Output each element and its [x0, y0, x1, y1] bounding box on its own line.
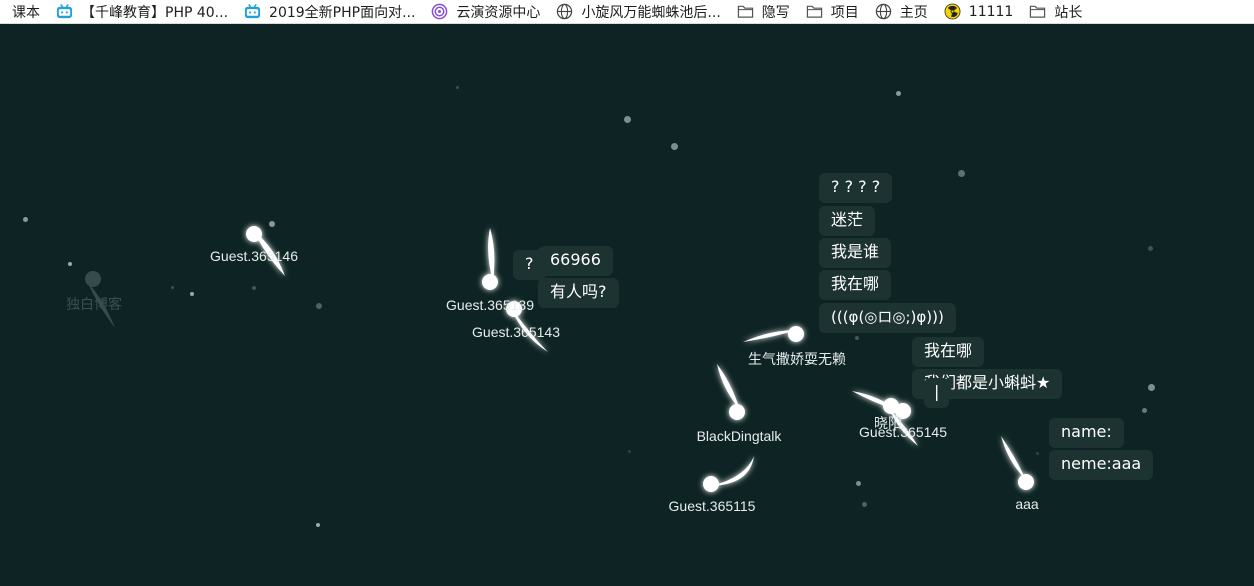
bookmark-label: 站长 [1054, 4, 1083, 21]
bookmarks-bar: 课本 【千峰教育】PHP 40... 2019全新PHP面向对... 云演资源中… [0, 0, 1254, 24]
chat-bubble: | [924, 378, 950, 408]
bookmark-folder-zhanzhang[interactable]: 站长 [1022, 0, 1091, 23]
particle [171, 286, 174, 289]
particle [1148, 384, 1155, 391]
chat-bubble: 66966 [538, 246, 613, 276]
bookmark-xiaoxuanfeng[interactable]: 小旋风万能蜘蛛池后... [549, 0, 729, 23]
bookmark-folder-xiangmu[interactable]: 项目 [799, 0, 868, 23]
bookmark-label: 【千峰教育】PHP 40... [81, 4, 229, 21]
particle [190, 292, 194, 296]
bookmark-label: 项目 [830, 4, 859, 21]
particle [269, 221, 275, 227]
particle [316, 303, 322, 309]
particle [316, 523, 320, 527]
chat-bubble: 我是谁 [819, 238, 892, 268]
particle [1148, 246, 1153, 251]
globe-icon [875, 3, 891, 20]
folder-icon [1030, 5, 1046, 18]
bookmark-label: 小旋风万能蜘蛛池后... [581, 4, 721, 21]
globe-icon [557, 3, 573, 20]
bookmark-label: 课本 [12, 4, 40, 21]
particle [856, 481, 861, 486]
particle [624, 116, 631, 123]
particle [23, 217, 28, 222]
player-name: BlackDingtalk [696, 428, 782, 444]
chat-bubble: 迷茫 [819, 206, 876, 236]
player-name: 独白博客 [66, 296, 122, 312]
bilibili-icon [56, 3, 73, 19]
bookmark-keben[interactable]: 课本 [0, 0, 49, 23]
player-name: 生气撒娇耍无赖 [748, 351, 846, 367]
particle [68, 262, 72, 266]
player-name: Guest.365115 [668, 498, 756, 514]
particle [1036, 452, 1039, 455]
bookmark-11111[interactable]: 11111 [937, 0, 1023, 23]
chat-bubble: (((φ(◎ロ◎;)φ))) [819, 303, 956, 333]
bilibili-icon [244, 3, 261, 19]
player-name: Guest.365146 [210, 248, 298, 264]
particle [456, 86, 459, 89]
bookmark-qianfeng-php[interactable]: 【千峰教育】PHP 40... [49, 0, 237, 23]
bookmark-php-oop[interactable]: 2019全新PHP面向对... [237, 0, 424, 23]
player-name: Guest.365145 [859, 424, 947, 440]
bookmark-label: 云演资源中心 [456, 4, 541, 21]
chat-bubble: name: [1049, 418, 1124, 448]
chat-bubble: 有人吗? [538, 278, 619, 308]
folder-icon [806, 5, 822, 18]
particle [1142, 408, 1147, 413]
player-name: Guest.365143 [472, 324, 560, 340]
chat-bubble: ? ? ? ? [819, 173, 893, 203]
bookmark-label: 2019全新PHP面向对... [269, 4, 416, 21]
folder-icon [737, 5, 753, 18]
bookmark-zhuye[interactable]: 主页 [868, 0, 937, 23]
particle [862, 502, 867, 507]
chat-bubble: neme:aaa [1049, 450, 1154, 480]
particle [671, 143, 678, 150]
chat-bubble: 我在哪 [912, 337, 985, 367]
chat-bubble: 我在哪 [819, 270, 892, 300]
bookmark-label: 隐写 [761, 4, 790, 21]
particle [855, 336, 859, 340]
radiation-icon [944, 3, 961, 20]
game-canvas[interactable] [0, 24, 1254, 586]
bookmark-label: 主页 [899, 4, 928, 21]
particle [896, 91, 901, 96]
spiral-icon [432, 3, 448, 20]
bookmark-yunyan[interactable]: 云演资源中心 [424, 0, 549, 23]
particle [958, 170, 965, 177]
player-name: Guest.365139 [446, 297, 534, 313]
particle [252, 286, 256, 290]
bookmark-label: 11111 [968, 3, 1014, 20]
player-name: aaa [1015, 496, 1039, 512]
bookmark-folder-yinxie[interactable]: 隐写 [730, 0, 799, 23]
particle [628, 450, 631, 453]
